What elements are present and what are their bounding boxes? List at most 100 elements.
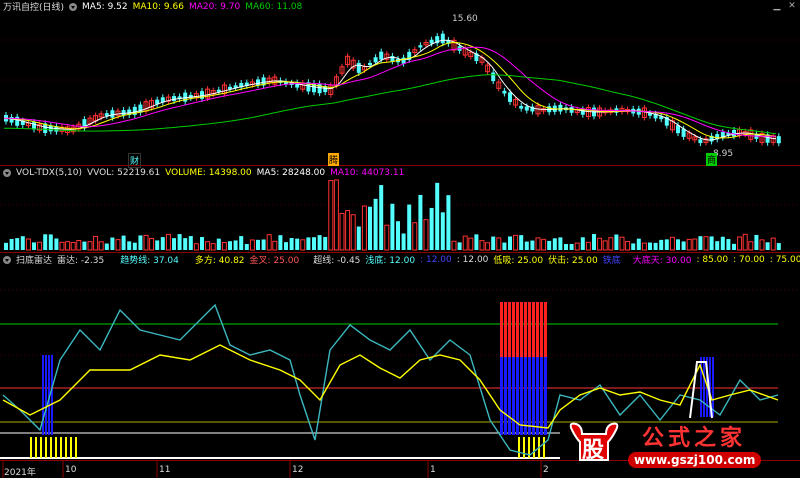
volume-bar: [339, 212, 345, 251]
volume-bar: [592, 234, 596, 250]
volume-bar: [300, 239, 306, 251]
v75-value: : 75.00: [769, 254, 800, 265]
chart-canvas[interactable]: [0, 0, 800, 478]
volume-bar: [160, 237, 165, 250]
volume-bar: [742, 233, 748, 251]
volume-bar: [306, 237, 311, 250]
volume-bar: [709, 236, 714, 250]
volume-bar: [228, 241, 232, 250]
volume-bar: [580, 237, 585, 250]
volume-bar: [776, 243, 781, 250]
volume-bar: [597, 237, 603, 251]
volume-bar: [312, 237, 316, 250]
yellow-signal-bar: [45, 437, 47, 458]
volume-bar: [43, 234, 48, 250]
ma5-line: [3, 39, 777, 141]
candles-group: [4, 30, 781, 147]
candle-body: [256, 79, 260, 86]
volume-bar: [715, 241, 720, 250]
minimize-icon[interactable]: ▁: [772, 1, 782, 11]
blue-signal-bar: [536, 357, 539, 435]
watermark-url: www.gszj100.com: [628, 452, 762, 468]
volume-bar: [625, 241, 631, 251]
indicator-title[interactable]: 扫底雷达: [16, 253, 52, 266]
volume-bar: [681, 241, 686, 250]
volume-bar: [155, 240, 160, 250]
volume-bar: [317, 235, 322, 250]
volume-bar: [692, 238, 698, 251]
volume-bar: [87, 241, 93, 251]
volume-bar: [569, 243, 574, 250]
volume-bar: [462, 235, 468, 251]
ma5-label: MA5: 9.52: [82, 1, 128, 12]
volume-bar: [636, 238, 641, 250]
volume-bar: [513, 234, 519, 251]
volume-bar: [547, 240, 552, 250]
red-signal-bar: [520, 302, 523, 357]
volume-bar: [664, 239, 669, 250]
volume-bar: [188, 236, 193, 250]
volume-bar: [407, 204, 412, 250]
candle-body: [502, 90, 507, 94]
volume-bar: [345, 210, 351, 251]
volume-bar: [295, 238, 300, 250]
volume-bar: [221, 242, 227, 251]
vol-title[interactable]: VOL-TDX(5,10): [16, 168, 82, 178]
candle-body: [379, 51, 384, 60]
volume-bar: [138, 235, 143, 250]
main-title[interactable]: 万讯自控(日线): [3, 0, 64, 13]
indicator-toggle-icon[interactable]: [3, 255, 11, 264]
indicator-header: 扫底雷达 雷达: -2.35 趋势线: 37.04 多方: 40.82 金叉: …: [0, 253, 800, 266]
volume-bar: [619, 236, 625, 251]
candle-body: [491, 72, 496, 82]
volume-bar: [115, 239, 121, 251]
volume-bar: [726, 239, 731, 250]
volume-bar: [98, 241, 104, 251]
volume-bar: [256, 239, 260, 250]
yellow-signal-bar: [40, 437, 42, 458]
candle-body: [429, 39, 434, 44]
main-header: 万讯自控(日线) MA5: 9.52 MA10: 9.66 MA20: 9.70…: [0, 0, 307, 14]
candle-body: [418, 45, 423, 48]
yellow-signal-bar: [50, 437, 52, 458]
volume-bar: [110, 237, 115, 250]
volume-bar: [479, 240, 485, 251]
yellow-signal-bar: [65, 437, 67, 458]
candle-body: [732, 130, 736, 137]
volume-bar: [172, 238, 176, 250]
volume-bar: [323, 236, 328, 250]
watermark: 股 公式之家 www.gszj100.com: [568, 420, 788, 472]
volume-label: VOLUME: 14398.00: [165, 167, 252, 178]
event-marker-shang[interactable]: 商: [706, 153, 718, 166]
volume-bar: [732, 243, 736, 250]
blue-signal-bar: [712, 357, 714, 417]
red-signal-bar: [504, 302, 507, 357]
v85-value: : 85.00: [696, 254, 729, 265]
blue-signal-bar: [532, 357, 535, 435]
close-icon[interactable]: ✕: [787, 1, 797, 11]
yellow-signal-bar: [543, 437, 545, 458]
volume-bar: [564, 243, 568, 250]
volume-bar: [574, 242, 580, 251]
volume-bar: [261, 239, 266, 250]
event-marker-teng[interactable]: 腾: [328, 153, 340, 166]
volume-bar: [698, 236, 703, 250]
vol-toggle-icon[interactable]: [3, 168, 11, 177]
volume-bar: [165, 233, 171, 251]
volume-bar: [278, 235, 283, 250]
qiandi-value: 浅底: 12.00: [365, 256, 416, 266]
volume-bar: [244, 243, 249, 250]
candle-body: [401, 57, 406, 64]
volume-bar: [720, 236, 725, 250]
time-axis-11: 11: [159, 465, 171, 475]
volume-bar: [37, 241, 43, 251]
ma-lines-group: [3, 39, 777, 141]
candle-body: [508, 92, 512, 102]
volume-bar: [396, 221, 400, 250]
settings-toggle-icon[interactable]: [69, 2, 78, 11]
volume-bar: [65, 241, 71, 251]
volume-bar: [284, 242, 288, 250]
candle-body: [373, 57, 378, 63]
volume-bar: [530, 240, 535, 250]
v70-value: : 70.00: [733, 254, 765, 265]
